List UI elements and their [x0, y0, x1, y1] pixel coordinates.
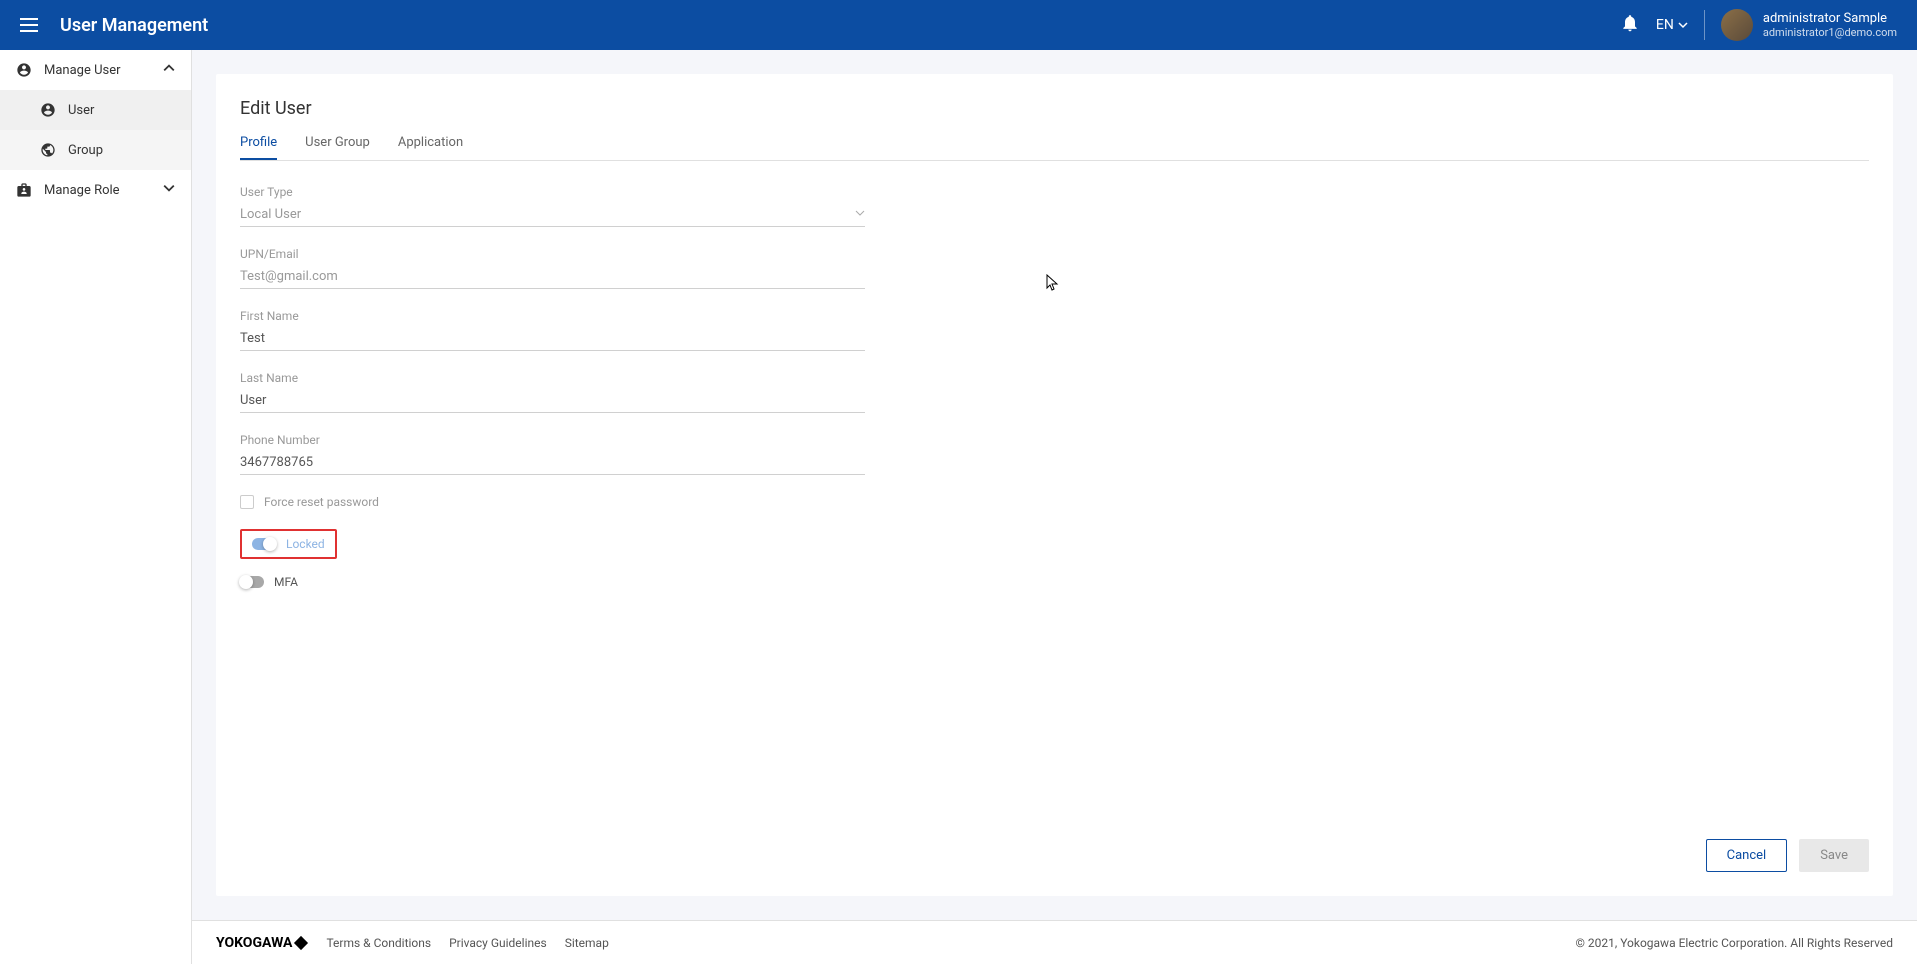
mfa-row: MFA: [240, 575, 865, 589]
footer: YOKOGAWA Terms & Conditions Privacy Guid…: [192, 920, 1917, 964]
header-divider: [1704, 10, 1705, 40]
field-value: User: [240, 393, 266, 408]
chevron-up-icon: [163, 62, 175, 78]
sidebar-item-manage-user[interactable]: Manage User: [0, 50, 191, 90]
form-footer: Cancel Save: [240, 819, 1869, 872]
field-label: Phone Number: [240, 433, 865, 447]
last-name-input[interactable]: User: [240, 389, 865, 413]
main-content: Edit User Profile User Group Application…: [192, 50, 1917, 920]
sidebar-item-label: Manage Role: [44, 183, 120, 198]
user-profile[interactable]: administrator Sample administrator1@demo…: [1721, 9, 1897, 41]
field-label: First Name: [240, 309, 865, 323]
chevron-down-icon: [855, 207, 865, 222]
user-email: administrator1@demo.com: [1763, 26, 1897, 39]
tab-application[interactable]: Application: [398, 135, 463, 160]
diamond-icon: [294, 935, 308, 949]
avatar: [1721, 9, 1753, 41]
field-label: Last Name: [240, 371, 865, 385]
header: User Management EN administrator Sample …: [0, 0, 1917, 50]
profile-form: User Type Local User UPN/Email Test@gmai…: [240, 185, 865, 605]
menu-toggle-button[interactable]: [20, 13, 44, 37]
phone-number-field: Phone Number 3467788765: [240, 433, 865, 475]
checkbox-label: Force reset password: [264, 495, 379, 509]
field-value: 3467788765: [240, 455, 313, 470]
sidebar-item-user[interactable]: User: [0, 90, 191, 130]
terms-link[interactable]: Terms & Conditions: [326, 936, 431, 950]
first-name-field: First Name Test: [240, 309, 865, 351]
badge-icon: [16, 182, 32, 198]
cancel-button[interactable]: Cancel: [1706, 839, 1788, 872]
notifications-icon[interactable]: [1620, 13, 1640, 37]
first-name-input[interactable]: Test: [240, 327, 865, 351]
field-value: Local User: [240, 207, 301, 222]
edit-user-card: Edit User Profile User Group Application…: [216, 74, 1893, 896]
privacy-link[interactable]: Privacy Guidelines: [449, 936, 547, 950]
last-name-field: Last Name User: [240, 371, 865, 413]
sidebar: Manage User User Group Manage Role: [0, 50, 192, 964]
user-type-field: User Type Local User: [240, 185, 865, 227]
locked-toggle[interactable]: [252, 538, 276, 550]
user-icon: [40, 102, 56, 118]
force-reset-row: Force reset password: [240, 495, 865, 509]
locked-highlight: Locked: [240, 529, 337, 559]
sidebar-item-label: User: [68, 103, 94, 118]
chevron-down-icon: [1678, 20, 1688, 30]
copyright-text: © 2021, Yokogawa Electric Corporation. A…: [1575, 936, 1893, 950]
app-title: User Management: [60, 15, 208, 36]
mfa-toggle[interactable]: [240, 576, 264, 588]
tabs: Profile User Group Application: [240, 135, 1869, 161]
field-value: Test@gmail.com: [240, 269, 338, 284]
upn-email-input[interactable]: Test@gmail.com: [240, 265, 865, 289]
brand-logo: YOKOGAWA: [216, 935, 306, 951]
user-name: administrator Sample: [1763, 11, 1897, 26]
field-label: User Type: [240, 185, 865, 199]
language-selector[interactable]: EN: [1656, 17, 1688, 33]
language-label: EN: [1656, 17, 1674, 33]
tab-profile[interactable]: Profile: [240, 135, 277, 160]
save-button[interactable]: Save: [1799, 839, 1869, 872]
sidebar-item-label: Manage User: [44, 63, 121, 78]
sitemap-link[interactable]: Sitemap: [565, 936, 609, 950]
field-label: UPN/Email: [240, 247, 865, 261]
toggle-label: Locked: [286, 537, 325, 551]
force-reset-checkbox[interactable]: [240, 495, 254, 509]
sidebar-item-label: Group: [68, 143, 103, 158]
sidebar-item-group[interactable]: Group: [0, 130, 191, 170]
page-title: Edit User: [240, 98, 1869, 119]
tab-user-group[interactable]: User Group: [305, 135, 370, 160]
chevron-down-icon: [163, 182, 175, 198]
user-circle-icon: [16, 62, 32, 78]
globe-icon: [40, 142, 56, 158]
field-value: Test: [240, 331, 265, 346]
sidebar-item-manage-role[interactable]: Manage Role: [0, 170, 191, 210]
phone-number-input[interactable]: 3467788765: [240, 451, 865, 475]
upn-email-field: UPN/Email Test@gmail.com: [240, 247, 865, 289]
toggle-label: MFA: [274, 575, 298, 589]
user-type-select[interactable]: Local User: [240, 203, 865, 227]
